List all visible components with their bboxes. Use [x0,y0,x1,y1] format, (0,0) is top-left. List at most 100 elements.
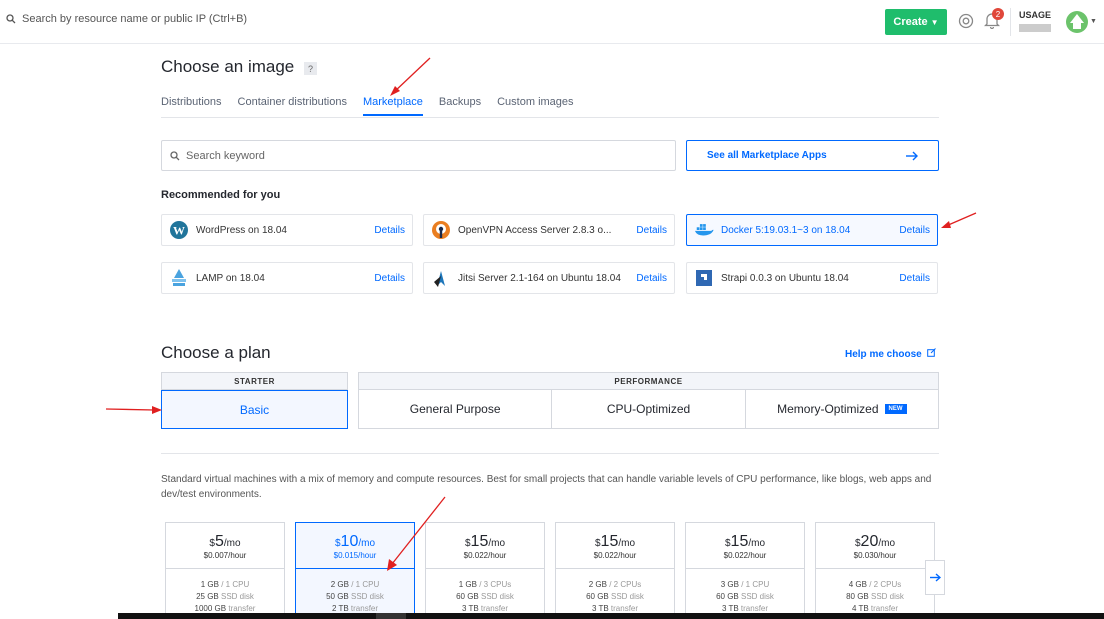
plan-cpu-optimized-button[interactable]: CPU-Optimized [552,390,746,428]
global-search-placeholder: Search by resource name or public IP (Ct… [22,13,248,25]
memory: 2 GB [588,580,607,589]
price-option[interactable]: $20/mo $0.030/hour 4 GB / 2 CPUs 80 GB SSD … [815,522,935,619]
price-header: $5/mo $0.007/hour [166,523,284,569]
external-link-icon [927,348,937,357]
tab-custom-images[interactable]: Custom images [497,96,573,116]
strapi-icon [694,268,714,288]
usage-label[interactable]: USAGE [1019,10,1051,20]
app-name: Strapi 0.0.3 on Ubuntu 18.04 [721,272,849,284]
disk-unit: SSD disk [481,592,514,601]
price-period: /mo [748,538,766,549]
details-link[interactable]: Details [636,225,667,236]
app-name: LAMP on 18.04 [196,272,265,284]
top-bar: Search by resource name or public IP (Ct… [0,0,1104,44]
price-option[interactable]: $10/mo $0.015/hour 2 GB / 1 CPU 50 GB SSD d… [295,522,415,619]
price-period: /mo [488,538,506,549]
price-period: /mo [618,538,636,549]
disk-unit: SSD disk [741,592,774,601]
disk: 60 GB [716,592,739,601]
hourly-price: $0.022/hour [463,551,507,560]
transfer: 3 TB [591,604,609,613]
price-period: /mo [358,538,376,549]
transfer-unit: transfer [870,604,899,613]
memory: 1 GB [200,580,219,589]
details-link[interactable]: Details [899,273,930,284]
transfer-unit: transfer [740,604,769,613]
price-amount: 5 [214,533,224,550]
global-search[interactable]: Search by resource name or public IP (Ct… [6,13,247,25]
help-me-choose-link[interactable]: Help me choose [845,348,937,360]
create-button[interactable]: Create ▼ [885,9,947,35]
price-option[interactable]: $15/mo $0.022/hour 1 GB / 3 CPUs 60 GB SSD … [425,522,545,619]
divider [161,453,939,454]
plan-general-purpose-button[interactable]: General Purpose [359,390,553,428]
details-link[interactable]: Details [899,225,930,236]
app-card-strapi[interactable]: Strapi 0.0.3 on Ubuntu 18.04 Details [686,262,938,294]
tab-distributions[interactable]: Distributions [161,96,222,116]
docker-icon [694,220,714,240]
transfer-unit: transfer [610,604,639,613]
app-card-openvpn[interactable]: OpenVPN Access Server 2.8.3 o... Details [423,214,675,246]
monthly-price: $10/mo [296,533,414,551]
price-specs: 1 GB / 1 CPU 25 GB SSD disk 1000 GB transf… [166,569,284,615]
app-name: Docker 5:19.03.1~3 on 18.04 [721,224,851,236]
wordpress-icon: W [169,220,189,240]
price-specs: 3 GB / 1 CPU 60 GB SSD disk 3 TB transfer [686,569,804,615]
cpu: / 1 CPU [221,580,250,589]
search-icon [6,14,16,24]
next-prices-button[interactable] [925,560,945,595]
taskbar-segment [0,613,118,619]
new-badge: NEW [884,404,907,414]
price-specs: 4 GB / 2 CPUs 80 GB SSD disk 4 TB transfer [816,569,934,615]
keyword-search-input[interactable]: Search keyword [161,140,676,171]
app-card-lamp[interactable]: LAMP on 18.04 Details [161,262,413,294]
price-header: $15/mo $0.022/hour [426,523,544,569]
disk-unit: SSD disk [871,592,904,601]
price-option[interactable]: $15/mo $0.022/hour 3 GB / 1 CPU 60 GB SSD d… [685,522,805,619]
price-option[interactable]: $5/mo $0.007/hour 1 GB / 1 CPU 25 GB SSD di… [165,522,285,619]
price-amount: 15 [730,533,749,550]
chevron-down-icon[interactable]: ▼ [1090,18,1097,25]
price-option[interactable]: $15/mo $0.022/hour 2 GB / 2 CPUs 60 GB SSD … [555,522,675,619]
plan-basic-button[interactable]: Basic [161,390,348,429]
help-icon[interactable] [958,13,974,29]
details-link[interactable]: Details [374,273,405,284]
price-period: /mo [878,538,896,549]
hourly-price: $0.007/hour [203,551,247,560]
price-specs: 2 GB / 1 CPU 50 GB SSD disk 2 TB transfer [296,569,414,615]
tab-container-distributions[interactable]: Container distributions [238,96,347,116]
app-card-jitsi[interactable]: Jitsi Server 2.1-164 on Ubuntu 18.04 Det… [423,262,675,294]
see-all-marketplace-button[interactable]: See all Marketplace Apps [686,140,939,171]
details-link[interactable]: Details [636,273,667,284]
notification-badge: 2 [992,8,1004,20]
cpu: / 1 CPU [351,580,380,589]
plan-section-title: Choose a plan [161,343,271,362]
tab-marketplace[interactable]: Marketplace [362,96,423,116]
price-amount: 15 [470,533,489,550]
transfer: 2 TB [331,604,349,613]
plan-cpu-optimized-label: CPU-Optimized [606,402,691,416]
monthly-price: $15/mo [556,533,674,551]
monthly-price: $15/mo [426,533,544,551]
avatar[interactable] [1066,11,1088,33]
details-link[interactable]: Details [374,225,405,236]
hourly-price: $0.022/hour [723,551,767,560]
image-section-title: Choose an image [161,57,295,76]
app-card-wordpress[interactable]: W WordPress on 18.04 Details [161,214,413,246]
transfer-unit: transfer [350,604,379,613]
jitsi-icon [431,268,451,288]
recommended-title: Recommended for you [161,189,281,201]
create-label: Create [893,16,928,28]
app-name: WordPress on 18.04 [196,224,287,236]
plan-memory-optimized-button[interactable]: Memory-Optimized NEW [746,390,938,428]
app-card-docker[interactable]: Docker 5:19.03.1~3 on 18.04 Details [686,214,938,246]
disk: 25 GB [196,592,219,601]
chevron-down-icon: ▼ [930,17,939,27]
annotation-arrow [941,212,977,228]
hourly-price: $0.030/hour [853,551,897,560]
info-icon[interactable]: ? [304,62,317,75]
tab-backups[interactable]: Backups [439,96,481,116]
transfer-unit: transfer [480,604,509,613]
disk: 60 GB [586,592,609,601]
price-specs: 1 GB / 3 CPUs 60 GB SSD disk 3 TB transfer [426,569,544,615]
